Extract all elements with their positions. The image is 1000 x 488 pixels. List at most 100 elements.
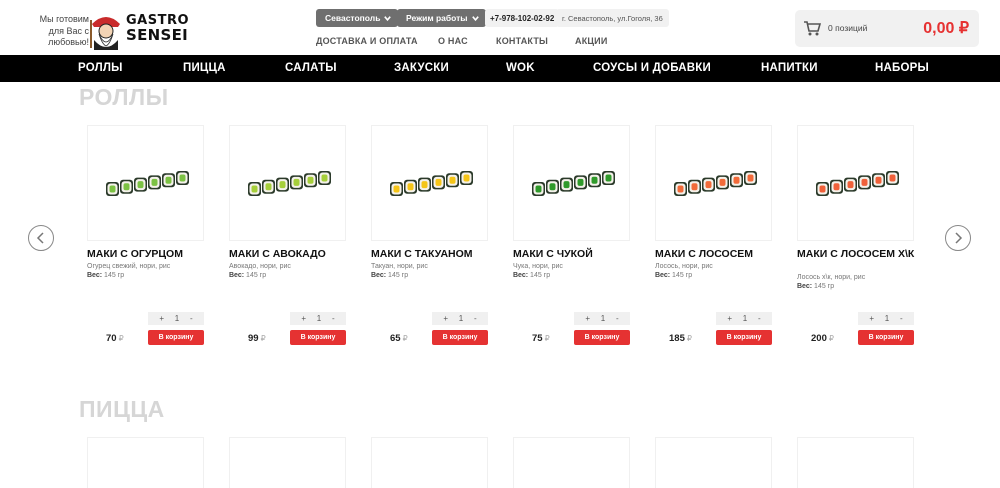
price-value: 99 (248, 333, 259, 344)
link-contacts[interactable]: КОНТАКТЫ (496, 36, 548, 46)
phone-link[interactable]: +7-978-102-02-92 (485, 9, 560, 27)
stepper-quantity: 1 (600, 314, 606, 323)
main-nav: РОЛЛЫ ПИЦЦА САЛАТЫ ЗАКУСКИ WOK СОУСЫ И Д… (0, 55, 1000, 82)
currency-sign: ₽ (402, 334, 408, 343)
section-title-rolls: РОЛЛЫ (79, 84, 169, 110)
nav-snacks[interactable]: ЗАКУСКИ (394, 62, 449, 74)
cart-total: 0,00 ₽ (923, 20, 969, 37)
pizza-image[interactable] (655, 437, 772, 488)
link-about[interactable]: О НАС (438, 36, 468, 46)
weight-value: 145 гр (672, 272, 693, 279)
product-image[interactable] (513, 125, 630, 241)
product-price: 70 ₽ (106, 333, 124, 344)
chevron-right-icon (955, 232, 963, 244)
product-info: Лосось х\к, нори, рис Вес: 145 гр (797, 272, 915, 291)
nav-sets[interactable]: НАБОРЫ (875, 62, 929, 74)
pizza-image[interactable] (87, 437, 204, 488)
cart-widget[interactable]: 0 позиций 0,00 ₽ (795, 10, 979, 47)
product-price: 185 ₽ (669, 333, 692, 344)
stepper-plus-button[interactable]: + (727, 314, 732, 323)
product-description: Огурец свежий, нори, рис (87, 263, 171, 270)
add-to-cart-button[interactable]: В корзину (432, 330, 488, 345)
product-image[interactable] (229, 125, 346, 241)
product-name[interactable]: МАКИ С ЛОСОСЕМ (655, 248, 773, 260)
address-text: г. Севастополь, ул.Гоголя, 36 (556, 9, 669, 27)
stepper-plus-button[interactable]: + (159, 314, 164, 323)
stepper-minus-button[interactable]: - (474, 314, 477, 323)
maki-roll-image (816, 171, 899, 196)
sensei-logo-icon[interactable] (88, 10, 124, 50)
pizza-image[interactable] (513, 437, 630, 488)
price-value: 70 (106, 333, 117, 344)
stepper-minus-button[interactable]: - (190, 314, 193, 323)
product-image[interactable] (371, 125, 488, 241)
product-info: Авокадо, нори, рис Вес: 145 гр (229, 261, 347, 280)
stepper-minus-button[interactable]: - (332, 314, 335, 323)
stepper-quantity: 1 (884, 314, 890, 323)
stepper-minus-button[interactable]: - (616, 314, 619, 323)
city-select-button[interactable]: Севастополь (316, 9, 399, 27)
stepper-quantity: 1 (174, 314, 180, 323)
pizza-illustration (527, 480, 619, 488)
city-label: Севастополь (325, 13, 381, 23)
stepper-minus-button[interactable]: - (900, 314, 903, 323)
product-image[interactable] (797, 125, 914, 241)
product-name[interactable]: МАКИ С АВОКАДО (229, 248, 347, 260)
product-name[interactable]: МАКИ С ОГУРЦОМ (87, 248, 205, 260)
stepper-plus-button[interactable]: + (869, 314, 874, 323)
currency-sign: ₽ (260, 334, 266, 343)
add-to-cart-button[interactable]: В корзину (290, 330, 346, 345)
quantity-stepper: +1 - (716, 312, 772, 325)
stepper-minus-button[interactable]: - (758, 314, 761, 323)
product-weight: Вес: 145 гр (513, 271, 631, 280)
nav-drinks[interactable]: НАПИТКИ (761, 62, 818, 74)
brand-logo[interactable]: GASTRO SENSEI (126, 14, 189, 43)
currency-sign: ₽ (686, 334, 692, 343)
weight-label: Вес: (229, 272, 245, 279)
pizza-image[interactable] (371, 437, 488, 488)
stepper-plus-button[interactable]: + (443, 314, 448, 323)
nav-pizza[interactable]: ПИЦЦА (183, 62, 226, 74)
product-name[interactable]: МАКИ С ТАКУАНОМ (371, 248, 489, 260)
chevron-left-icon (36, 232, 44, 244)
weight-value: 145 гр (814, 283, 835, 290)
quantity-stepper: +1 - (290, 312, 346, 325)
stepper-plus-button[interactable]: + (301, 314, 306, 323)
carousel-prev-button[interactable] (28, 225, 54, 251)
pizza-illustration (385, 480, 477, 488)
nav-salads[interactable]: САЛАТЫ (285, 62, 337, 74)
product-image[interactable] (655, 125, 772, 241)
nav-wok[interactable]: WOK (506, 62, 535, 74)
product-info: Такуан, нори, рис Вес: 145 гр (371, 261, 489, 280)
nav-sauces[interactable]: СОУСЫ И ДОБАВКИ (593, 62, 711, 74)
pizza-image[interactable] (229, 437, 346, 488)
product-weight: Вес: 145 гр (655, 271, 773, 280)
stepper-quantity: 1 (742, 314, 748, 323)
product-image[interactable] (87, 125, 204, 241)
link-delivery[interactable]: ДОСТАВКА И ОПЛАТА (316, 36, 418, 46)
pizza-image[interactable] (797, 437, 914, 488)
stepper-quantity: 1 (458, 314, 464, 323)
product-name[interactable]: МАКИ С ЧУКОЙ (513, 248, 631, 260)
price-value: 75 (532, 333, 543, 344)
add-to-cart-button[interactable]: В корзину (716, 330, 772, 345)
add-to-cart-button[interactable]: В корзину (148, 330, 204, 345)
stepper-quantity: 1 (316, 314, 322, 323)
weight-value: 145 гр (388, 272, 409, 279)
product-description: Авокадо, нори, рис (229, 263, 291, 270)
maki-roll-image (390, 171, 473, 196)
product-name[interactable]: МАКИ С ЛОСОСЕМ Х\К (797, 248, 915, 260)
add-to-cart-button[interactable]: В корзину (574, 330, 630, 345)
carousel-next-button[interactable] (945, 225, 971, 251)
add-to-cart-button[interactable]: В корзину (858, 330, 914, 345)
product-weight: Вес: 145 гр (229, 271, 347, 280)
stepper-plus-button[interactable]: + (585, 314, 590, 323)
link-promos[interactable]: АКЦИИ (575, 36, 608, 46)
quantity-stepper: +1 - (148, 312, 204, 325)
weight-value: 145 гр (530, 272, 551, 279)
maki-roll-image (674, 171, 757, 196)
hours-button[interactable]: Режим работы (397, 9, 486, 27)
product-info: Лосось, нори, рис Вес: 145 гр (655, 261, 773, 280)
product-price: 65 ₽ (390, 333, 408, 344)
nav-rolls[interactable]: РОЛЛЫ (78, 62, 123, 74)
